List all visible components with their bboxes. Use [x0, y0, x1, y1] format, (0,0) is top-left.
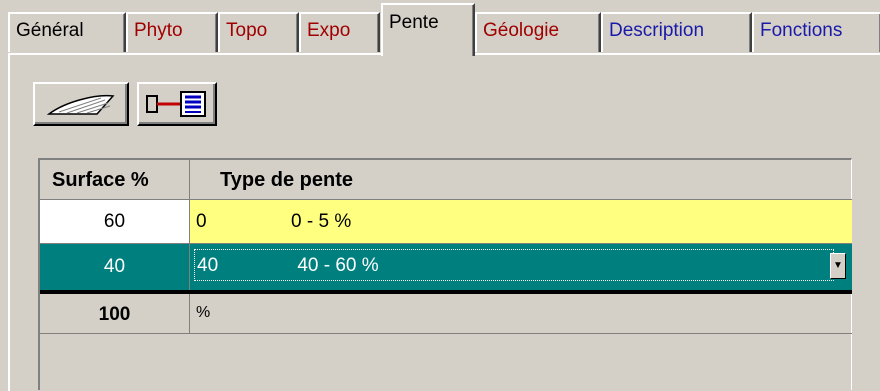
tab-expo[interactable]: Expo — [299, 12, 380, 52]
slope-icon — [46, 94, 115, 115]
total-unit-cell: % — [190, 294, 852, 334]
tab-fonctions[interactable]: Fonctions — [752, 12, 880, 52]
column-header-type[interactable]: Type de pente — [190, 160, 852, 200]
tab-general[interactable]: Général — [8, 12, 126, 52]
row2-type-label: 40 - 60 % — [297, 255, 379, 276]
link-list-icon — [146, 91, 206, 117]
total-surface-cell: 100 — [40, 294, 190, 334]
row1-type-label: 0 - 5 % — [291, 211, 352, 232]
row1-type-code: 0 — [196, 211, 207, 232]
row2-surface-cell[interactable]: 40 — [40, 244, 190, 290]
row1-surface-cell[interactable]: 60 — [40, 200, 190, 244]
slope-grid: Surface % Type de pente 60 0 0 - 5 % 40 … — [38, 158, 852, 390]
tab-pente[interactable]: Pente — [381, 3, 475, 56]
tab-strip: Général Phyto Topo Expo Pente Géologie D… — [0, 0, 880, 57]
dropdown-arrow-icon[interactable]: ▼ — [830, 253, 846, 279]
link-list-button[interactable] — [137, 82, 217, 126]
row2-type-cell[interactable]: 40 40 - 60 % ▼ — [190, 244, 852, 290]
tab-phyto[interactable]: Phyto — [126, 12, 218, 52]
tab-topo[interactable]: Topo — [218, 12, 299, 52]
row2-type-code: 40 — [197, 255, 219, 276]
column-header-surface[interactable]: Surface % — [40, 160, 190, 200]
row2-type-combo[interactable]: 40 40 - 60 % — [194, 249, 834, 281]
row1-type-cell[interactable]: 0 0 - 5 % — [190, 200, 852, 244]
tab-description[interactable]: Description — [601, 12, 752, 52]
tab-geologie[interactable]: Géologie — [475, 12, 601, 52]
slope-button[interactable] — [33, 82, 129, 126]
